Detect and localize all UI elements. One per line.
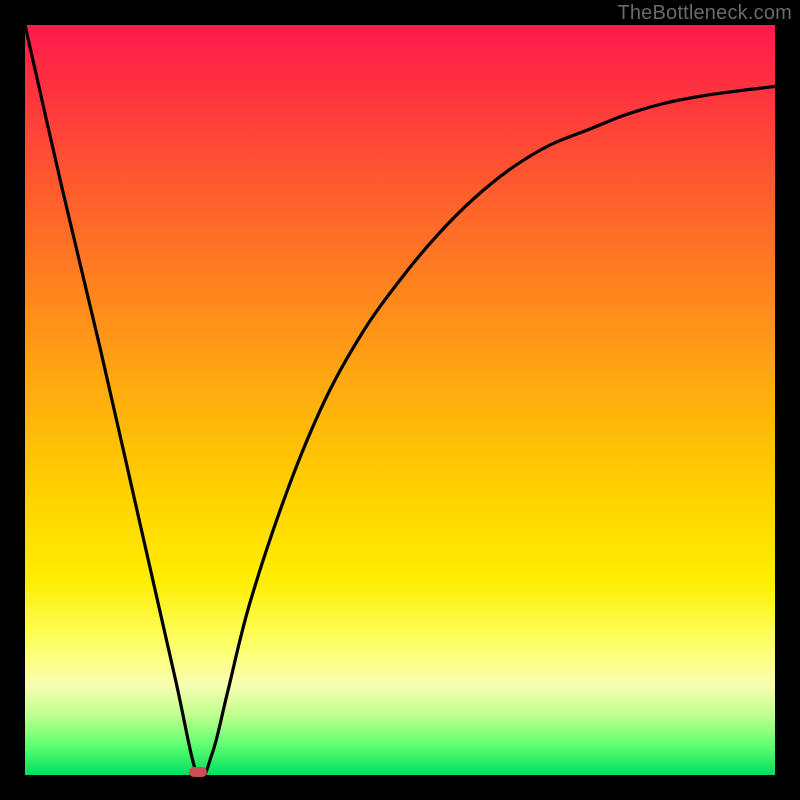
minimum-marker bbox=[189, 767, 207, 777]
chart-frame: TheBottleneck.com bbox=[0, 0, 800, 800]
curve-layer bbox=[25, 25, 775, 775]
bottleneck-curve bbox=[25, 25, 775, 775]
attribution-text: TheBottleneck.com bbox=[617, 2, 792, 25]
plot-area bbox=[25, 25, 775, 775]
